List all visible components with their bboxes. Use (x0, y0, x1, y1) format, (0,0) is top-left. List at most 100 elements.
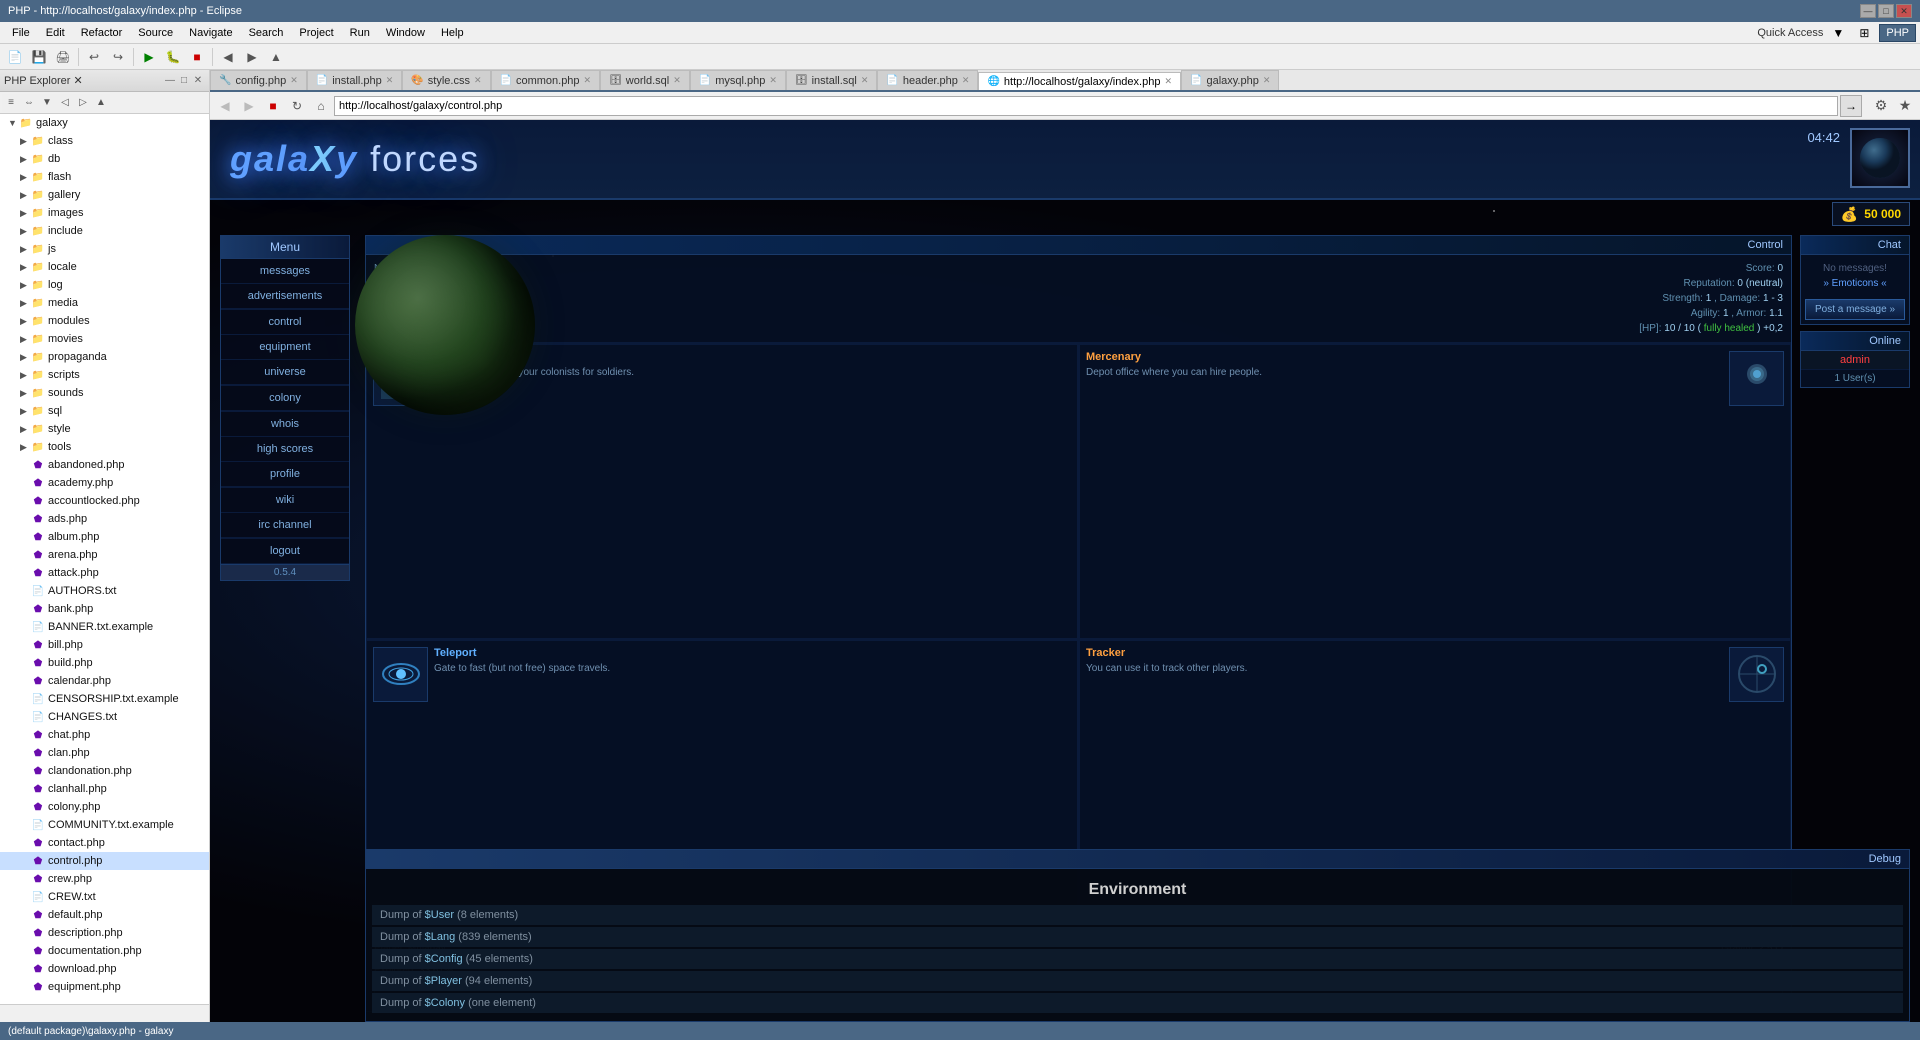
tab-galaxy-close[interactable]: ✕ (1263, 75, 1271, 86)
tree-file-arena[interactable]: ⬟ arena.php (0, 546, 209, 564)
tree-arrow-flash[interactable]: ▶ (20, 172, 30, 183)
nav-irc[interactable]: irc channel (221, 513, 349, 538)
tree-file-contact[interactable]: ⬟ contact.php (0, 834, 209, 852)
debug-row-config[interactable]: Dump of $Config (45 elements) (372, 949, 1903, 969)
tree-file-accountlocked[interactable]: ⬟ accountlocked.php (0, 492, 209, 510)
tree-arrow-images[interactable]: ▶ (20, 208, 30, 219)
menu-help[interactable]: Help (433, 25, 472, 41)
tree-file-academy[interactable]: ⬟ academy.php (0, 474, 209, 492)
tree-file-download[interactable]: ⬟ download.php (0, 960, 209, 978)
close-button[interactable]: ✕ (1896, 4, 1912, 18)
chat-emoticons-link[interactable]: » Emoticons « (1805, 278, 1905, 289)
tree-arrow-movies[interactable]: ▶ (20, 334, 30, 345)
menu-project[interactable]: Project (291, 25, 341, 41)
nav-control[interactable]: control (221, 310, 349, 335)
nav-profile[interactable]: profile (221, 462, 349, 487)
nav-logout[interactable]: logout (221, 539, 349, 564)
menu-edit[interactable]: Edit (38, 25, 73, 41)
tree-file-bank[interactable]: ⬟ bank.php (0, 600, 209, 618)
tree-folder-modules[interactable]: ▶ 📁 modules (0, 312, 209, 330)
maximize-button[interactable]: □ (1878, 4, 1894, 18)
back-button[interactable]: ◀ (217, 46, 239, 68)
menu-source[interactable]: Source (130, 25, 181, 41)
tree-folder-flash[interactable]: ▶ 📁 flash (0, 168, 209, 186)
tree-file-banner[interactable]: 📄 BANNER.txt.example (0, 618, 209, 636)
tree-arrow-locale[interactable]: ▶ (20, 262, 30, 273)
tree-file-calendar[interactable]: ⬟ calendar.php (0, 672, 209, 690)
tree-arrow-media[interactable]: ▶ (20, 298, 30, 309)
tree-folder-js[interactable]: ▶ 📁 js (0, 240, 209, 258)
menu-file[interactable]: File (4, 25, 38, 41)
tree-arrow-gallery[interactable]: ▶ (20, 190, 30, 201)
tree-file-control[interactable]: ⬟ control.php (0, 852, 209, 870)
menu-search[interactable]: Search (241, 25, 292, 41)
post-message-button[interactable]: Post a message » (1805, 299, 1905, 320)
tree-folder-style[interactable]: ▶ 📁 style (0, 420, 209, 438)
tree-file-crew-txt[interactable]: 📄 CREW.txt (0, 888, 209, 906)
tab-install-sql[interactable]: 🗄 install.sql ✕ (786, 70, 878, 90)
tree-file-album[interactable]: ⬟ album.php (0, 528, 209, 546)
tab-common[interactable]: 📄 common.php ✕ (491, 70, 601, 90)
tree-file-clan[interactable]: ⬟ clan.php (0, 744, 209, 762)
tab-header[interactable]: 📄 header.php ✕ (877, 70, 978, 90)
browser-back-button[interactable]: ◀ (214, 95, 236, 117)
tab-install[interactable]: 📄 install.php ✕ (307, 70, 403, 90)
php-perspective-button[interactable]: PHP (1879, 24, 1916, 42)
debug-row-user[interactable]: Dump of $User (8 elements) (372, 905, 1903, 925)
distribute-link[interactable]: Distribute » (476, 293, 522, 303)
menu-run[interactable]: Run (342, 25, 378, 41)
new-button[interactable]: 📄 (4, 46, 26, 68)
tree-file-equipment[interactable]: ⬟ equipment.php (0, 978, 209, 996)
perspective-button[interactable]: ⊞ (1853, 22, 1875, 44)
tree-folder-class[interactable]: ▶ 📁 class (0, 132, 209, 150)
tree-folder-locale[interactable]: ▶ 📁 locale (0, 258, 209, 276)
navigator-forward-button[interactable]: ▷ (74, 94, 92, 112)
tab-config-close[interactable]: ✕ (290, 75, 298, 86)
tree-file-chat[interactable]: ⬟ chat.php (0, 726, 209, 744)
tree-folder-gallery[interactable]: ▶ 📁 gallery (0, 186, 209, 204)
url-input[interactable] (334, 96, 1838, 116)
tree-root-galaxy[interactable]: ▼ 📁 galaxy (0, 114, 209, 132)
tree-file-documentation[interactable]: ⬟ documentation.php (0, 942, 209, 960)
save-button[interactable]: 💾 (28, 46, 50, 68)
tree-folder-scripts[interactable]: ▶ 📁 scripts (0, 366, 209, 384)
tab-mysql[interactable]: 📄 mysql.php ✕ (690, 70, 786, 90)
tree-folder-sql[interactable]: ▶ 📁 sql (0, 402, 209, 420)
navigator-up-button[interactable]: ▲ (92, 94, 110, 112)
tree-arrow-style[interactable]: ▶ (20, 424, 30, 435)
nav-wiki[interactable]: wiki (221, 488, 349, 513)
tab-galaxy[interactable]: 📄 galaxy.php ✕ (1181, 70, 1279, 90)
tab-config[interactable]: 🔧 config.php ✕ (210, 70, 307, 90)
tab-install-close[interactable]: ✕ (386, 75, 394, 86)
redo-button[interactable]: ↪ (107, 46, 129, 68)
menu-window[interactable]: Window (378, 25, 433, 41)
tree-file-changes[interactable]: 📄 CHANGES.txt (0, 708, 209, 726)
browser-bookmark-button[interactable]: ★ (1894, 95, 1916, 117)
tree-arrow-include[interactable]: ▶ (20, 226, 30, 237)
debug-row-player[interactable]: Dump of $Player (94 elements) (372, 971, 1903, 991)
tree-arrow-sounds[interactable]: ▶ (20, 388, 30, 399)
browser-refresh-button[interactable]: ↻ (286, 95, 308, 117)
tab-style-close[interactable]: ✕ (474, 75, 482, 86)
online-user-name[interactable]: admin (1801, 351, 1909, 370)
tab-world-close[interactable]: ✕ (673, 75, 681, 86)
tree-arrow-tools[interactable]: ▶ (20, 442, 30, 453)
tree-folder-movies[interactable]: ▶ 📁 movies (0, 330, 209, 348)
debug-row-colony[interactable]: Dump of $Colony (one element) (372, 993, 1903, 1013)
tree-folder-log[interactable]: ▶ 📁 log (0, 276, 209, 294)
player-name[interactable]: admin (406, 263, 433, 274)
debug-row-lang[interactable]: Dump of $Lang (839 elements) (372, 927, 1903, 947)
tree-file-colony[interactable]: ⬟ colony.php (0, 798, 209, 816)
undo-button[interactable]: ↩ (83, 46, 105, 68)
nav-advertisements[interactable]: advertisements (221, 284, 349, 309)
tree-arrow-modules[interactable]: ▶ (20, 316, 30, 327)
statistics-link[interactable]: «Statistics » (436, 263, 485, 273)
tab-header-close[interactable]: ✕ (962, 75, 970, 86)
up-button[interactable]: ▲ (265, 46, 287, 68)
tree-file-attack[interactable]: ⬟ attack.php (0, 564, 209, 582)
tree-folder-include[interactable]: ▶ 📁 include (0, 222, 209, 240)
navigator-back-button[interactable]: ◁ (56, 94, 74, 112)
tree-file-abandoned[interactable]: ⬟ abandoned.php (0, 456, 209, 474)
nav-highscores[interactable]: high scores (221, 437, 349, 462)
tree-file-ads[interactable]: ⬟ ads.php (0, 510, 209, 528)
